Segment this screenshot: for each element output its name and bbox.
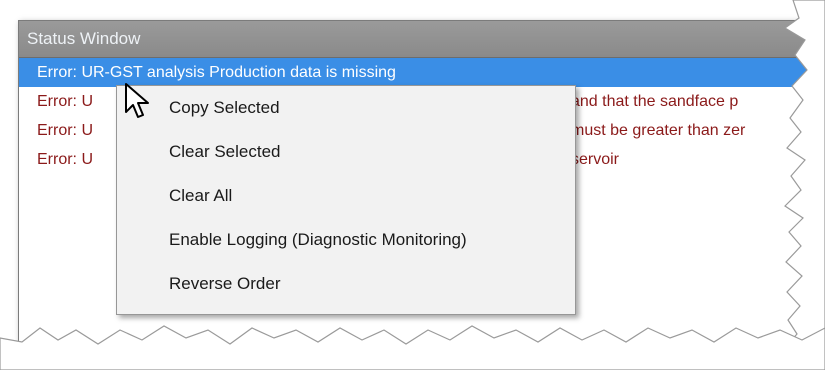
context-menu: Copy Selected Clear Selected Clear All E… <box>116 85 576 315</box>
window-title: Status Window <box>19 21 825 58</box>
arrow-pointer-icon <box>125 83 149 118</box>
message-text: Error: U <box>37 122 93 139</box>
menu-item-clear-selected[interactable]: Clear Selected <box>117 130 575 174</box>
menu-item-copy-selected[interactable]: Copy Selected <box>117 86 575 130</box>
message-text-tail: servoir <box>571 151 620 168</box>
screenshot-stage: Status Window Error: UR-GST analysis Pro… <box>0 0 825 370</box>
message-text: Error: UR-GST analysis Production data i… <box>37 64 396 81</box>
message-text: Error: U <box>37 93 93 110</box>
torn-edge-bottom <box>0 325 825 370</box>
menu-item-enable-logging[interactable]: Enable Logging (Diagnostic Monitoring) <box>117 218 575 262</box>
message-text: Error: U <box>37 151 93 168</box>
message-text-tail: must be greater than zer <box>571 122 746 139</box>
menu-item-clear-all[interactable]: Clear All <box>117 174 575 218</box>
message-text-tail: and that the sandface p <box>571 93 739 110</box>
